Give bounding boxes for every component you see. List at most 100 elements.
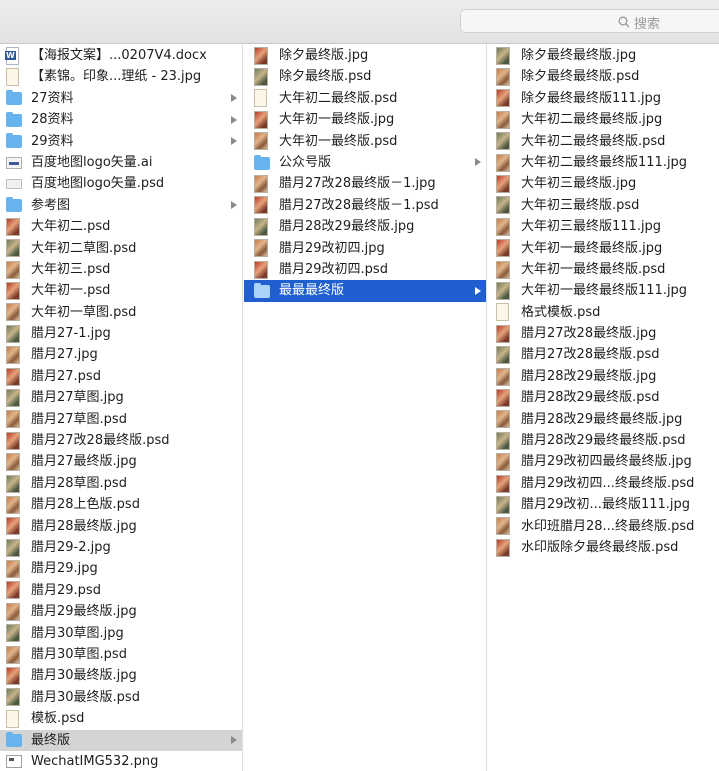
- image-thumbnail-icon: [6, 495, 20, 514]
- file-row[interactable]: 大年初一最终版.psd: [244, 131, 486, 152]
- file-row[interactable]: 腊月29改初四最终最终版.jpg: [488, 451, 719, 472]
- file-row[interactable]: 大年初二草图.psd: [0, 238, 242, 259]
- column-2[interactable]: 除夕最终版.jpg 除夕最终版.psd 大年初二最终版.psd 大年初一最终版.jpg…: [244, 44, 487, 771]
- file-row[interactable]: 大年初二.psd: [0, 216, 242, 237]
- file-row[interactable]: 腊月27改28最终版－1.psd: [244, 195, 486, 216]
- file-row[interactable]: 腊月27草图.jpg: [0, 387, 242, 408]
- folder-row[interactable]: 28资料: [0, 109, 242, 130]
- item-label: 百度地图logo矢量.psd: [31, 176, 165, 192]
- file-row[interactable]: 除夕最终最终版.psd: [488, 66, 719, 87]
- file-row[interactable]: 大年初一最终最终版.jpg: [488, 238, 719, 259]
- item-label: 腊月30草图.psd: [31, 646, 127, 662]
- folder-row[interactable]: 公众号版: [244, 152, 486, 173]
- item-label: 腊月29改初四.psd: [279, 261, 388, 277]
- file-row[interactable]: 大年初一最终版.jpg: [244, 109, 486, 130]
- file-row[interactable]: 腊月28改29最终版.psd: [488, 387, 719, 408]
- folder-row[interactable]: 27资料: [0, 88, 242, 109]
- file-row[interactable]: 腊月28最终版.jpg: [0, 516, 242, 537]
- item-label: 腊月27.psd: [31, 368, 101, 384]
- file-row[interactable]: 腊月30草图.jpg: [0, 623, 242, 644]
- file-row[interactable]: 腊月29改初四.psd: [244, 259, 486, 280]
- item-label: 大年初三最终版.jpg: [521, 176, 637, 192]
- folder-row[interactable]: 最终版: [0, 729, 242, 751]
- image-thumbnail-icon: [496, 217, 510, 236]
- blank-image-icon: [254, 89, 267, 108]
- file-row[interactable]: 腊月28改29最终最终版.jpg: [488, 409, 719, 430]
- folder-row[interactable]: 参考图: [0, 195, 242, 216]
- image-thumbnail-icon: [6, 217, 20, 236]
- file-row[interactable]: 大年初二最终最终版111.jpg: [488, 152, 719, 173]
- file-row[interactable]: 大年初二最终最终版.psd: [488, 131, 719, 152]
- folder-row[interactable]: 29资料: [0, 131, 242, 152]
- file-row[interactable]: 水印版除夕最终最终版.psd: [488, 537, 719, 558]
- disclosure-arrow-icon: [229, 730, 239, 751]
- file-row[interactable]: 格式模板.psd: [488, 302, 719, 323]
- file-row[interactable]: 腊月28改29最终版.jpg: [488, 366, 719, 387]
- finder-toolbar: 搜索: [0, 0, 719, 44]
- image-thumbnail-icon: [254, 196, 268, 215]
- file-row[interactable]: 腊月29改初四.jpg: [244, 238, 486, 259]
- file-row[interactable]: 大年初一最终最终版111.jpg: [488, 280, 719, 301]
- file-row[interactable]: 腊月29.jpg: [0, 558, 242, 579]
- file-row[interactable]: 百度地图logo矢量.psd: [0, 173, 242, 194]
- file-row[interactable]: 【海报文案】...0207V4.docx: [0, 45, 242, 66]
- file-row[interactable]: 腊月30草图.psd: [0, 644, 242, 665]
- file-row[interactable]: 大年初一草图.psd: [0, 302, 242, 323]
- file-row[interactable]: 腊月27草图.psd: [0, 409, 242, 430]
- search-field[interactable]: 搜索: [460, 9, 719, 33]
- ai-file-icon: [6, 156, 22, 169]
- item-label: 腊月27改28最终版.psd: [31, 433, 170, 449]
- file-row[interactable]: 大年初三最终版.psd: [488, 195, 719, 216]
- file-row[interactable]: 大年初一.psd: [0, 280, 242, 301]
- file-row[interactable]: 腊月27改28最终版.psd: [0, 430, 242, 451]
- file-row[interactable]: WechatIMG532.png: [0, 751, 242, 771]
- file-row[interactable]: 模板.psd: [0, 708, 242, 729]
- file-row[interactable]: 腊月27.psd: [0, 366, 242, 387]
- file-row[interactable]: 腊月28草图.psd: [0, 473, 242, 494]
- item-label: 腊月28草图.psd: [31, 475, 127, 491]
- item-label: 大年初二最终最终版.jpg: [521, 112, 663, 128]
- file-row[interactable]: 腊月30最终版.psd: [0, 687, 242, 708]
- item-label: 水印班腊月28...终最终版.psd: [521, 518, 695, 534]
- file-row[interactable]: 大年初三最终版.jpg: [488, 173, 719, 194]
- file-row[interactable]: 腊月27改28最终版－1.jpg: [244, 173, 486, 194]
- file-row[interactable]: 百度地图logo矢量.ai: [0, 152, 242, 173]
- file-row[interactable]: 腊月29改初四...终最终版.psd: [488, 473, 719, 494]
- file-row[interactable]: 腊月29-2.jpg: [0, 537, 242, 558]
- file-row[interactable]: 腊月28上色版.psd: [0, 494, 242, 515]
- file-row[interactable]: 腊月30最终版.jpg: [0, 665, 242, 686]
- file-row[interactable]: 腊月27.jpg: [0, 344, 242, 365]
- file-row[interactable]: 除夕最终最终版111.jpg: [488, 88, 719, 109]
- file-row[interactable]: 腊月29最终版.jpg: [0, 601, 242, 622]
- image-thumbnail-icon: [496, 367, 510, 386]
- item-label: 大年初二草图.psd: [31, 240, 137, 256]
- file-row[interactable]: 大年初一最终最终版.psd: [488, 259, 719, 280]
- file-row[interactable]: 水印班腊月28...终最终版.psd: [488, 516, 719, 537]
- image-thumbnail-icon: [6, 346, 20, 365]
- file-row[interactable]: 【素锦。印象...理纸 - 23.jpg: [0, 66, 242, 87]
- column-1[interactable]: 【海报文案】...0207V4.docx 【素锦。印象...理纸 - 23.jpg…: [0, 44, 243, 771]
- file-row[interactable]: 大年初二最终版.psd: [244, 88, 486, 109]
- file-row[interactable]: 除夕最终最终版.jpg: [488, 45, 719, 66]
- image-thumbnail-icon: [496, 453, 510, 472]
- blank-image-icon: [6, 68, 19, 87]
- file-row[interactable]: 除夕最终版.jpg: [244, 45, 486, 66]
- file-row[interactable]: 腊月27改28最终版.jpg: [488, 323, 719, 344]
- file-row[interactable]: 腊月27改28最终版.psd: [488, 344, 719, 365]
- file-row[interactable]: 腊月27最终版.jpg: [0, 451, 242, 472]
- file-row[interactable]: 大年初二最终最终版.jpg: [488, 109, 719, 130]
- file-row[interactable]: 腊月29改初...最终版111.jpg: [488, 494, 719, 515]
- file-row[interactable]: 腊月28改29最终版.jpg: [244, 216, 486, 237]
- item-label: 腊月27.jpg: [31, 347, 98, 363]
- image-thumbnail-icon: [6, 431, 20, 450]
- folder-row[interactable]: 最最最终版: [244, 280, 486, 302]
- file-row[interactable]: 大年初三最终版111.jpg: [488, 216, 719, 237]
- image-thumbnail-icon: [496, 410, 510, 429]
- column-3[interactable]: 除夕最终最终版.jpg 除夕最终最终版.psd 除夕最终最终版111.jpg 大年初二…: [488, 44, 719, 771]
- file-row[interactable]: 腊月28改29最终最终版.psd: [488, 430, 719, 451]
- item-label: 腊月28上色版.psd: [31, 497, 140, 513]
- file-row[interactable]: 除夕最终版.psd: [244, 66, 486, 87]
- file-row[interactable]: 腊月27-1.jpg: [0, 323, 242, 344]
- file-row[interactable]: 大年初三.psd: [0, 259, 242, 280]
- file-row[interactable]: 腊月29.psd: [0, 580, 242, 601]
